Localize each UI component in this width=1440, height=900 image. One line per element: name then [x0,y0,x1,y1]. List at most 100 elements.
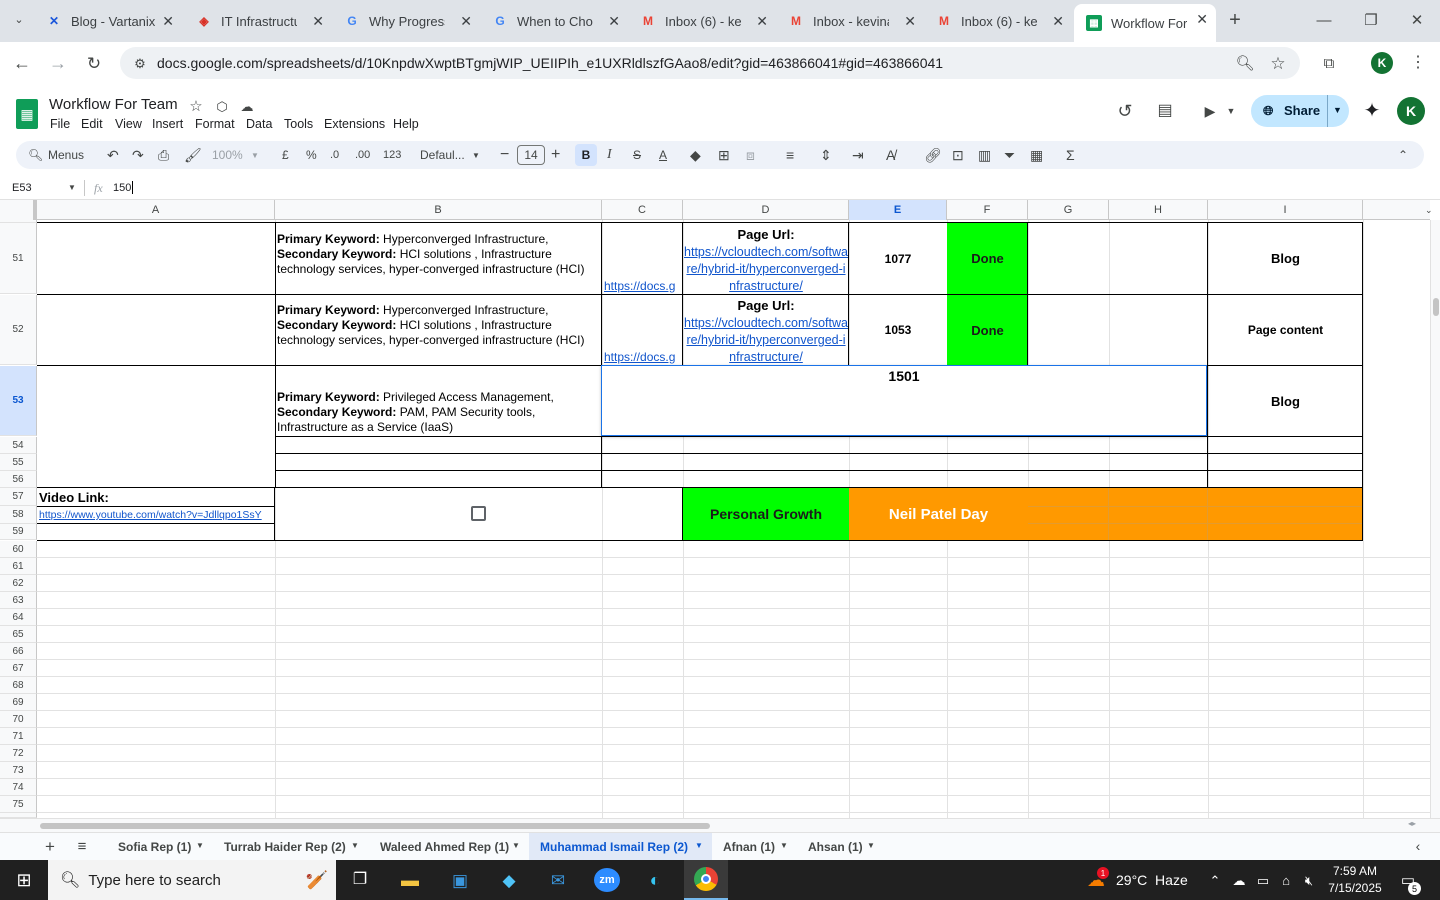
browser-tab[interactable]: M Inbox (6) - kev ✕ [924,6,1072,36]
row-header-65[interactable]: 65 [0,626,37,643]
italic-button[interactable]: I [607,146,612,164]
menu-extensions[interactable]: Extensions [324,117,385,131]
sheet-tab-ahsan[interactable]: Ahsan (1) [808,840,863,854]
text-rotation-icon[interactable]: A̸ [886,146,895,164]
cloud-status-icon[interactable]: ☁ [233,92,261,120]
meet-dropdown-icon[interactable]: ▼ [1217,97,1245,125]
row-header-64[interactable]: 64 [0,609,37,626]
page-url-cell[interactable]: Page Url: https://vcloudtech.com/softwar… [684,226,848,295]
menu-view[interactable]: View [115,117,142,131]
checkbox[interactable] [471,506,486,521]
merge-cells-icon[interactable]: ⧈ [746,146,755,164]
zoom-app-icon[interactable]: zm [594,868,620,892]
type-cell[interactable]: Blog [1208,223,1363,294]
restore-icon[interactable]: ❐ [1357,6,1385,34]
bold-button[interactable]: B [575,144,597,166]
insert-comment-icon[interactable]: ⊡ [952,146,964,164]
site-info-icon[interactable]: ⚙ [126,49,154,77]
font-dropdown-icon[interactable]: ▼ [472,146,480,164]
star-icon[interactable]: ☆ [182,92,210,120]
row-header-53[interactable]: 53 [0,366,37,436]
vertical-align-icon[interactable]: ⇕ [820,146,832,164]
browser-tab[interactable]: G When to Choose ✕ [480,6,628,36]
row-header-59[interactable]: 59 [0,524,37,540]
scroll-left-arrow-icon[interactable]: ◂▸ [1408,819,1416,828]
decrease-decimal[interactable]: .0 [330,146,339,164]
account-avatar[interactable]: K [1397,97,1425,125]
browser-tab[interactable]: M Inbox - kevina ✕ [776,6,924,36]
number-format[interactable]: 123 [383,146,401,164]
browser-menu-icon[interactable]: ⋮ [1404,49,1432,77]
row-header-62[interactable]: 62 [0,575,37,592]
print-icon[interactable]: ⎙ [158,146,169,164]
mail-icon[interactable]: ✉ [544,866,572,894]
column-header-c[interactable]: C [602,200,683,220]
column-header-a[interactable]: A [37,200,275,220]
sheet-tab-dropdown-icon[interactable]: ▼ [196,841,204,850]
store-icon[interactable]: ▣ [446,866,474,894]
sheet-tab-turrab[interactable]: Turrab Haider Rep (2) [224,840,346,854]
functions-button[interactable]: Σ [1066,146,1075,164]
column-header-h[interactable]: H [1109,200,1208,220]
close-tab-icon[interactable]: ✕ [312,13,324,30]
select-all-corner[interactable] [0,200,37,220]
row-header-55[interactable]: 55 [0,454,37,471]
close-tab-icon[interactable]: ✕ [162,13,174,30]
forward-icon[interactable]: → [44,49,72,77]
column-header-b[interactable]: B [275,200,602,220]
browser-tab-active[interactable]: ▦ Workflow For ✕ [1074,4,1216,42]
share-button[interactable]: 🌐︎ Share ▼ [1251,95,1349,127]
sheet-tab-dropdown-icon[interactable]: ▼ [351,841,359,850]
extensions-icon[interactable]: ⧉ [1315,49,1343,77]
menu-format[interactable]: Format [195,117,235,131]
insert-link-icon[interactable]: 🔗︎ [924,146,942,164]
horizontal-scrollbar[interactable]: ◂▸ [0,818,1440,832]
vertical-scroll-thumb[interactable] [1433,298,1439,316]
decrease-font-icon[interactable]: − [500,146,509,164]
type-cell[interactable]: Blog [1208,366,1363,436]
close-window-icon[interactable]: ✕ [1403,6,1431,34]
font-size-input[interactable]: 14 [517,145,545,165]
status-cell-done[interactable]: Done [947,295,1028,365]
close-tab-icon[interactable]: ✕ [1196,11,1208,28]
edge-icon[interactable]: ◐ [641,866,669,894]
browser-tab[interactable]: M Inbox (6) - kev ✕ [628,6,776,36]
column-header-g[interactable]: G [1028,200,1109,220]
cell-editor[interactable]: 1501 [601,365,1207,436]
row-header-75[interactable]: 75 [0,796,37,813]
gemini-icon[interactable]: ✦ [1358,97,1386,125]
increase-decimal[interactable]: .00 [355,146,370,164]
filter-views-icon[interactable]: ▦ [1030,146,1043,164]
paint-format-icon[interactable]: 🖌︎ [184,146,202,164]
sheet-scroll-left-icon[interactable]: ‹ [1404,832,1432,860]
browser-tab[interactable]: G Why Progressive ✕ [332,6,480,36]
sheet-tab-dropdown-icon[interactable]: ▼ [867,841,875,850]
comments-icon[interactable]: ▤ [1151,97,1179,125]
chrome-taskbar-active[interactable] [684,860,728,900]
menu-help[interactable]: Help [393,117,419,131]
close-tab-icon[interactable]: ✕ [608,13,620,30]
row-header-72[interactable]: 72 [0,745,37,762]
sheet-tab-sofia[interactable]: Sofia Rep (1) [118,840,191,854]
menu-file[interactable]: File [50,117,70,131]
column-header-d[interactable]: D [683,200,849,220]
doc-title[interactable]: Workflow For Team [49,96,178,113]
task-view-icon[interactable]: ❐ [346,866,374,894]
horizontal-scroll-thumb[interactable] [40,823,710,829]
row-header-67[interactable]: 67 [0,660,37,677]
file-explorer-icon[interactable]: ▬ [396,866,424,894]
increase-font-icon[interactable]: + [551,146,560,164]
collapse-toolbar-icon[interactable]: ⌃ [1398,146,1408,164]
weather-text[interactable]: 29°C Haze [1116,872,1188,888]
row-header-69[interactable]: 69 [0,694,37,711]
column-header-i[interactable]: I [1208,200,1363,220]
close-tab-icon[interactable]: ✕ [460,13,472,30]
doc-link-cell[interactable]: https://docs.g [604,279,682,293]
sheet-tab-afnan[interactable]: Afnan (1) [723,840,775,854]
menu-edit[interactable]: Edit [81,117,103,131]
redo-icon[interactable]: ↷ [132,146,144,164]
keyword-cell[interactable]: Primary Keyword: Hyperconverged Infrastr… [277,303,599,348]
orange-fill-cell[interactable] [1028,488,1363,540]
app-icon[interactable]: ◆ [495,866,523,894]
vertical-scrollbar[interactable] [1430,220,1440,818]
